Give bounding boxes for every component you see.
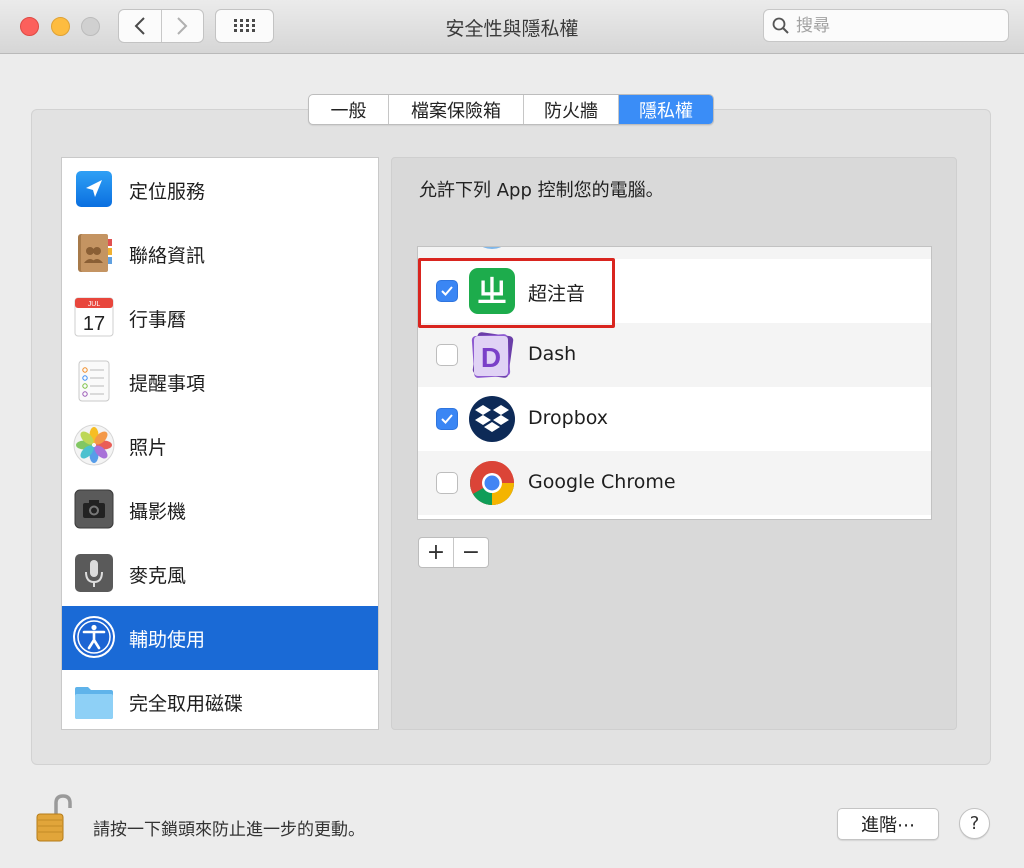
list-item[interactable]: Dropbox — [418, 387, 931, 451]
search-icon — [772, 17, 789, 34]
sidebar-item-label: 輔助使用 — [129, 628, 206, 651]
sidebar-item-accessibility[interactable]: 輔助使用 — [62, 606, 378, 670]
app-name: Google Chrome — [528, 471, 676, 493]
tab-filevault[interactable]: 檔案保險箱 — [388, 95, 523, 124]
list-item[interactable]: Google Chrome — [418, 451, 931, 515]
accessibility-icon — [73, 616, 115, 658]
add-app-button[interactable]: + — [419, 538, 453, 567]
lock-icon[interactable] — [35, 793, 73, 843]
checkmark-icon — [441, 414, 453, 424]
sidebar-item-camera[interactable]: 攝影機 — [62, 478, 378, 542]
privacy-category-list: 定位服務 聯絡資訊 JUL 17 行事曆 提醒事項 照片 攝影機 麥克風 輔助使… — [61, 157, 379, 730]
sidebar-item-full-disk-access[interactable]: 完全取用磁碟 — [62, 670, 378, 729]
sidebar-item-label: 定位服務 — [129, 180, 206, 203]
search-input[interactable] — [796, 15, 996, 36]
app-name: Dash — [528, 343, 577, 365]
list-item — [418, 247, 931, 259]
sidebar-item-contacts[interactable]: 聯絡資訊 — [62, 222, 378, 286]
app-checkbox[interactable] — [436, 280, 458, 302]
app-checkbox[interactable] — [436, 408, 458, 430]
chrome-app-icon — [470, 461, 514, 505]
reminders-list-icon — [78, 360, 110, 402]
dash-glyph-text: D — [481, 342, 501, 373]
permission-description: 允許下列 App 控制您的電腦。 — [419, 180, 664, 201]
search-field[interactable] — [763, 9, 1009, 42]
dash-app-icon: D — [471, 332, 514, 378]
app-name: Dropbox — [528, 407, 609, 429]
dropbox-app-icon — [469, 396, 515, 442]
title-bar: 安全性與隱私權 — [0, 0, 1024, 54]
sidebar-item-reminders[interactable]: 提醒事項 — [62, 350, 378, 414]
sidebar-item-label: 提醒事項 — [129, 372, 206, 395]
app-checkbox[interactable] — [436, 344, 458, 366]
zhuyin-app-icon: ㄓ — [469, 268, 515, 314]
camera-icon — [74, 489, 114, 529]
folder-icon — [75, 687, 113, 719]
tab-bar: 一般 檔案保險箱 防火牆 隱私權 — [308, 94, 714, 125]
calendar-day-text: 17 — [83, 313, 105, 335]
add-remove-buttons: + − — [418, 537, 489, 568]
app-name: 超注音 — [528, 283, 586, 305]
zhuyin-glyph-text: ㄓ — [477, 275, 507, 310]
sidebar-item-label: 完全取用磁碟 — [129, 692, 244, 715]
sidebar-item-microphone[interactable]: 麥克風 — [62, 542, 378, 606]
tab-firewall[interactable]: 防火牆 — [523, 95, 618, 124]
photos-flower-icon — [73, 424, 115, 466]
location-arrow-icon — [76, 171, 112, 207]
calendar-month-text: JUL — [88, 301, 101, 308]
list-item[interactable]: ㄓ 超注音 — [418, 259, 931, 323]
sidebar-item-photos[interactable]: 照片 — [62, 414, 378, 478]
microphone-icon — [75, 554, 113, 592]
sidebar-item-label: 行事曆 — [129, 308, 187, 331]
list-item[interactable]: D Dash — [418, 323, 931, 387]
help-button[interactable]: ? — [959, 808, 990, 839]
sidebar-item-location-services[interactable]: 定位服務 — [62, 158, 378, 222]
app-icon — [482, 247, 502, 249]
sidebar-item-label: 聯絡資訊 — [129, 244, 206, 267]
calendar-icon: JUL 17 — [74, 297, 114, 337]
tab-privacy[interactable]: 隱私權 — [618, 95, 713, 124]
checkmark-icon — [441, 286, 453, 296]
lock-instruction-text: 請按一下鎖頭來防止進一步的更動。 — [93, 820, 365, 840]
contacts-book-icon — [78, 234, 112, 272]
sidebar-item-label: 攝影機 — [129, 500, 187, 523]
sidebar-item-label: 照片 — [129, 436, 168, 459]
tab-general[interactable]: 一般 — [309, 95, 388, 124]
app-list[interactable]: ㄓ 超注音 D Dash Dropbox Google Chrome — [417, 246, 932, 520]
app-checkbox[interactable] — [436, 472, 458, 494]
sidebar-item-calendar[interactable]: JUL 17 行事曆 — [62, 286, 378, 350]
advanced-button[interactable]: 進階⋯ — [837, 808, 939, 840]
sidebar-item-label: 麥克風 — [129, 564, 187, 587]
remove-app-button[interactable]: − — [453, 538, 488, 567]
